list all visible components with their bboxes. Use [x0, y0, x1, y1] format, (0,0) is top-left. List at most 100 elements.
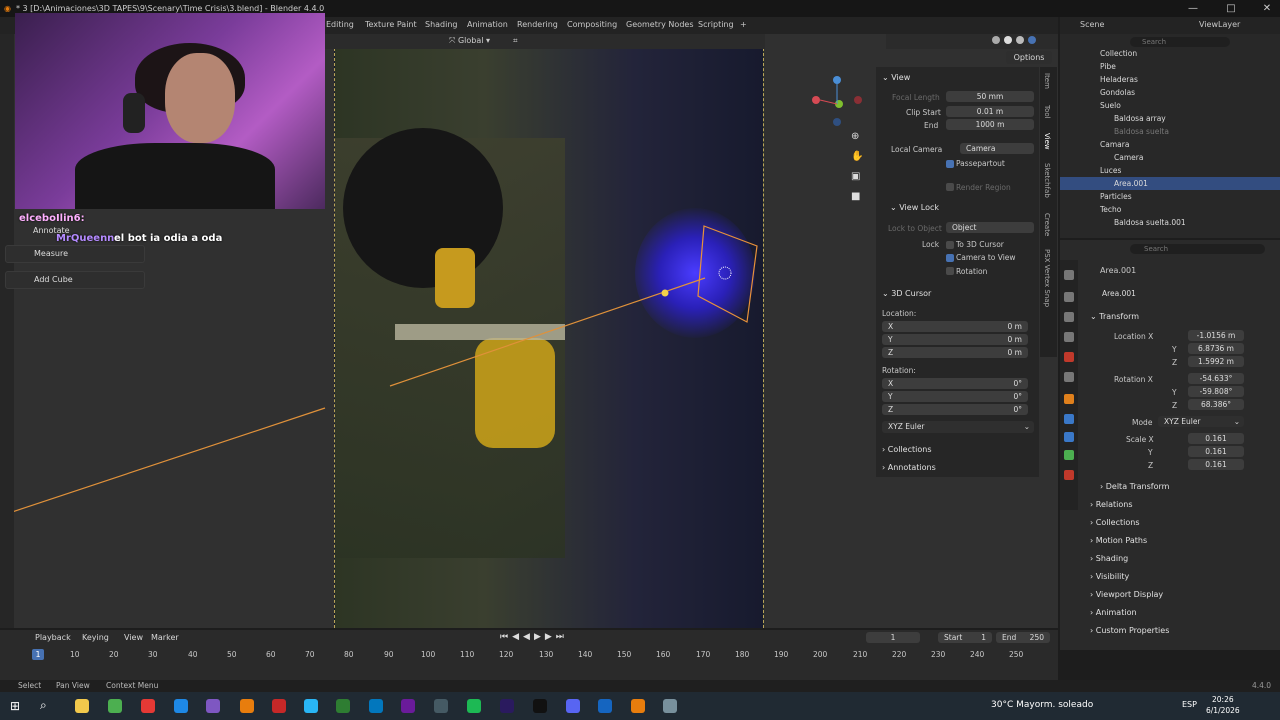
outliner-row[interactable]: Luces — [1060, 164, 1280, 177]
view-menu[interactable]: View — [124, 633, 143, 642]
properties-search-input[interactable]: Search — [1130, 244, 1265, 254]
tab-item[interactable]: Item — [1043, 73, 1051, 89]
current-frame-field[interactable]: 1 — [866, 632, 920, 643]
rotation-x-field[interactable]: -54.633° — [1188, 373, 1244, 384]
cursor-loc-x-field[interactable]: X 0 m — [882, 321, 1028, 332]
tab-shading[interactable]: Shading — [425, 20, 458, 29]
tab-editing[interactable]: Editing — [326, 20, 354, 29]
tool-tab-icon[interactable] — [1064, 270, 1074, 280]
render-tab-icon[interactable] — [1064, 292, 1074, 302]
playback-menu[interactable]: Playback — [35, 633, 71, 642]
location-x-field[interactable]: -1.0156 m — [1188, 330, 1244, 341]
relations-panel-header[interactable]: › Relations — [1090, 500, 1133, 509]
spotify-icon[interactable] — [467, 699, 481, 713]
view-layer-tab-icon[interactable] — [1064, 332, 1074, 342]
snap-icon[interactable]: ⌗ — [513, 36, 518, 46]
vscode-icon[interactable] — [369, 699, 383, 713]
rendered-shading-icon[interactable] — [1028, 36, 1036, 44]
outliner-row[interactable]: Camera — [1060, 151, 1280, 164]
texture-tab-icon[interactable] — [1064, 470, 1074, 480]
opera-icon[interactable] — [141, 699, 155, 713]
viewport-display-panel-header[interactable]: › Viewport Display — [1090, 590, 1163, 599]
clip-start-field[interactable]: 0.01 m — [946, 106, 1034, 117]
annotate-tool[interactable]: Annotate — [33, 226, 70, 235]
outliner-row[interactable]: Techo — [1060, 203, 1280, 216]
discord-icon[interactable] — [566, 699, 580, 713]
edge-icon[interactable] — [174, 699, 188, 713]
material-shading-icon[interactable] — [1016, 36, 1024, 44]
minimize-button[interactable]: — — [1180, 0, 1206, 17]
collections-panel-header[interactable]: › Collections — [882, 445, 932, 454]
tab-texture-paint[interactable]: Texture Paint — [365, 20, 417, 29]
area-light-outline[interactable] — [697, 225, 758, 323]
gizmo-neg-x-axis[interactable] — [854, 96, 862, 104]
scale-z-field[interactable]: 0.161 — [1188, 459, 1244, 470]
tab-sketchfab[interactable]: Sketchfab — [1043, 163, 1051, 198]
data-tab-icon[interactable] — [1064, 450, 1074, 460]
output-tab-icon[interactable] — [1064, 312, 1074, 322]
tab-rendering[interactable]: Rendering — [517, 20, 558, 29]
tab-geometry-nodes[interactable]: Geometry Nodes — [626, 20, 693, 29]
windows-start-icon[interactable]: ⊞ — [10, 699, 20, 713]
add-cube-tool[interactable]: Add Cube — [5, 271, 145, 289]
playback-controls[interactable]: ⏮◀◀▶▶⏭ — [500, 632, 568, 642]
file-explorer-icon[interactable] — [75, 699, 89, 713]
collections-panel-header[interactable]: › Collections — [1090, 518, 1140, 527]
cursor-rot-x-field[interactable]: X 0° — [882, 378, 1028, 389]
tab-compositing[interactable]: Compositing — [567, 20, 617, 29]
start-frame-field[interactable]: Start 1 — [938, 632, 992, 643]
rotation-mode-select[interactable]: XYZ Euler ⌄ — [1158, 416, 1244, 427]
wireframe-shading-icon[interactable] — [992, 36, 1000, 44]
blender-icon[interactable] — [240, 699, 254, 713]
maximize-button[interactable]: □ — [1218, 0, 1244, 17]
outliner-row[interactable]: Pibe — [1060, 60, 1280, 73]
end-frame-field[interactable]: End 250 — [996, 632, 1050, 643]
location-y-field[interactable]: 6.8736 m — [1188, 343, 1244, 354]
scale-y-field[interactable]: 0.161 — [1188, 446, 1244, 457]
local-camera-field[interactable]: Camera — [960, 143, 1034, 154]
focal-length-field[interactable]: 50 mm — [946, 91, 1034, 102]
rotation-lock-checkbox[interactable] — [946, 267, 954, 275]
outliner-row[interactable]: Particles — [1060, 190, 1280, 203]
delta-transform-header[interactable]: › Delta Transform — [1100, 482, 1169, 491]
motion-paths-panel-header[interactable]: › Motion Paths — [1090, 536, 1147, 545]
keying-menu[interactable]: Keying — [82, 633, 109, 642]
outliner-row[interactable]: Suelo — [1060, 99, 1280, 112]
close-button[interactable]: ✕ — [1254, 0, 1280, 17]
physics-tab-icon[interactable] — [1064, 432, 1074, 442]
custom-properties-panel-header[interactable]: › Custom Properties — [1090, 626, 1169, 635]
marker-menu[interactable]: Marker — [151, 633, 179, 642]
transform-orientation[interactable]: ⤧ Global ▾ — [449, 36, 490, 46]
tab-scripting[interactable]: Scripting — [698, 20, 734, 29]
lock-to-object-field[interactable]: Object — [946, 222, 1034, 233]
lock-icon[interactable]: ■ — [851, 191, 860, 202]
tab-view[interactable]: View — [1043, 133, 1051, 150]
scale-x-field[interactable]: 0.161 — [1188, 433, 1244, 444]
app-icon[interactable] — [401, 699, 415, 713]
shading-panel-header[interactable]: › Shading — [1090, 554, 1128, 563]
outliner-row[interactable]: Collection — [1060, 47, 1280, 60]
gizmo-z-axis[interactable] — [833, 76, 841, 84]
camera-to-view-checkbox[interactable] — [946, 254, 954, 262]
solid-shading-icon[interactable] — [1004, 36, 1012, 44]
modifiers-tab-icon[interactable] — [1064, 414, 1074, 424]
to-3d-cursor-checkbox[interactable] — [946, 241, 954, 249]
cursor-loc-y-field[interactable]: Y 0 m — [882, 334, 1028, 345]
rotation-y-field[interactable]: -59.808° — [1188, 386, 1244, 397]
outliner-search-input[interactable]: Search — [1130, 37, 1230, 47]
clock-time[interactable]: 20:26 — [1212, 695, 1234, 704]
transform-panel-header[interactable]: ⌄ Transform — [1090, 312, 1139, 321]
view-panel-header[interactable]: ⌄ View — [882, 73, 910, 82]
3d-cursor-header[interactable]: ⌄ 3D Cursor — [882, 289, 931, 298]
chrome-icon[interactable] — [108, 699, 122, 713]
render-region-checkbox[interactable] — [946, 183, 954, 191]
clip-end-field[interactable]: 1000 m — [946, 119, 1034, 130]
cursor-loc-z-field[interactable]: Z 0 m — [882, 347, 1028, 358]
outliner-row[interactable]: Baldosa suelta — [1060, 125, 1280, 138]
zoom-icon[interactable]: ⊕ — [851, 131, 859, 142]
options-button[interactable]: Options — [1006, 51, 1052, 64]
tab-create[interactable]: Create — [1043, 213, 1051, 236]
cursor-rot-y-field[interactable]: Y 0° — [882, 391, 1028, 402]
outliner-row-selected[interactable]: Area.001 — [1060, 177, 1280, 190]
animation-panel-header[interactable]: › Animation — [1090, 608, 1137, 617]
